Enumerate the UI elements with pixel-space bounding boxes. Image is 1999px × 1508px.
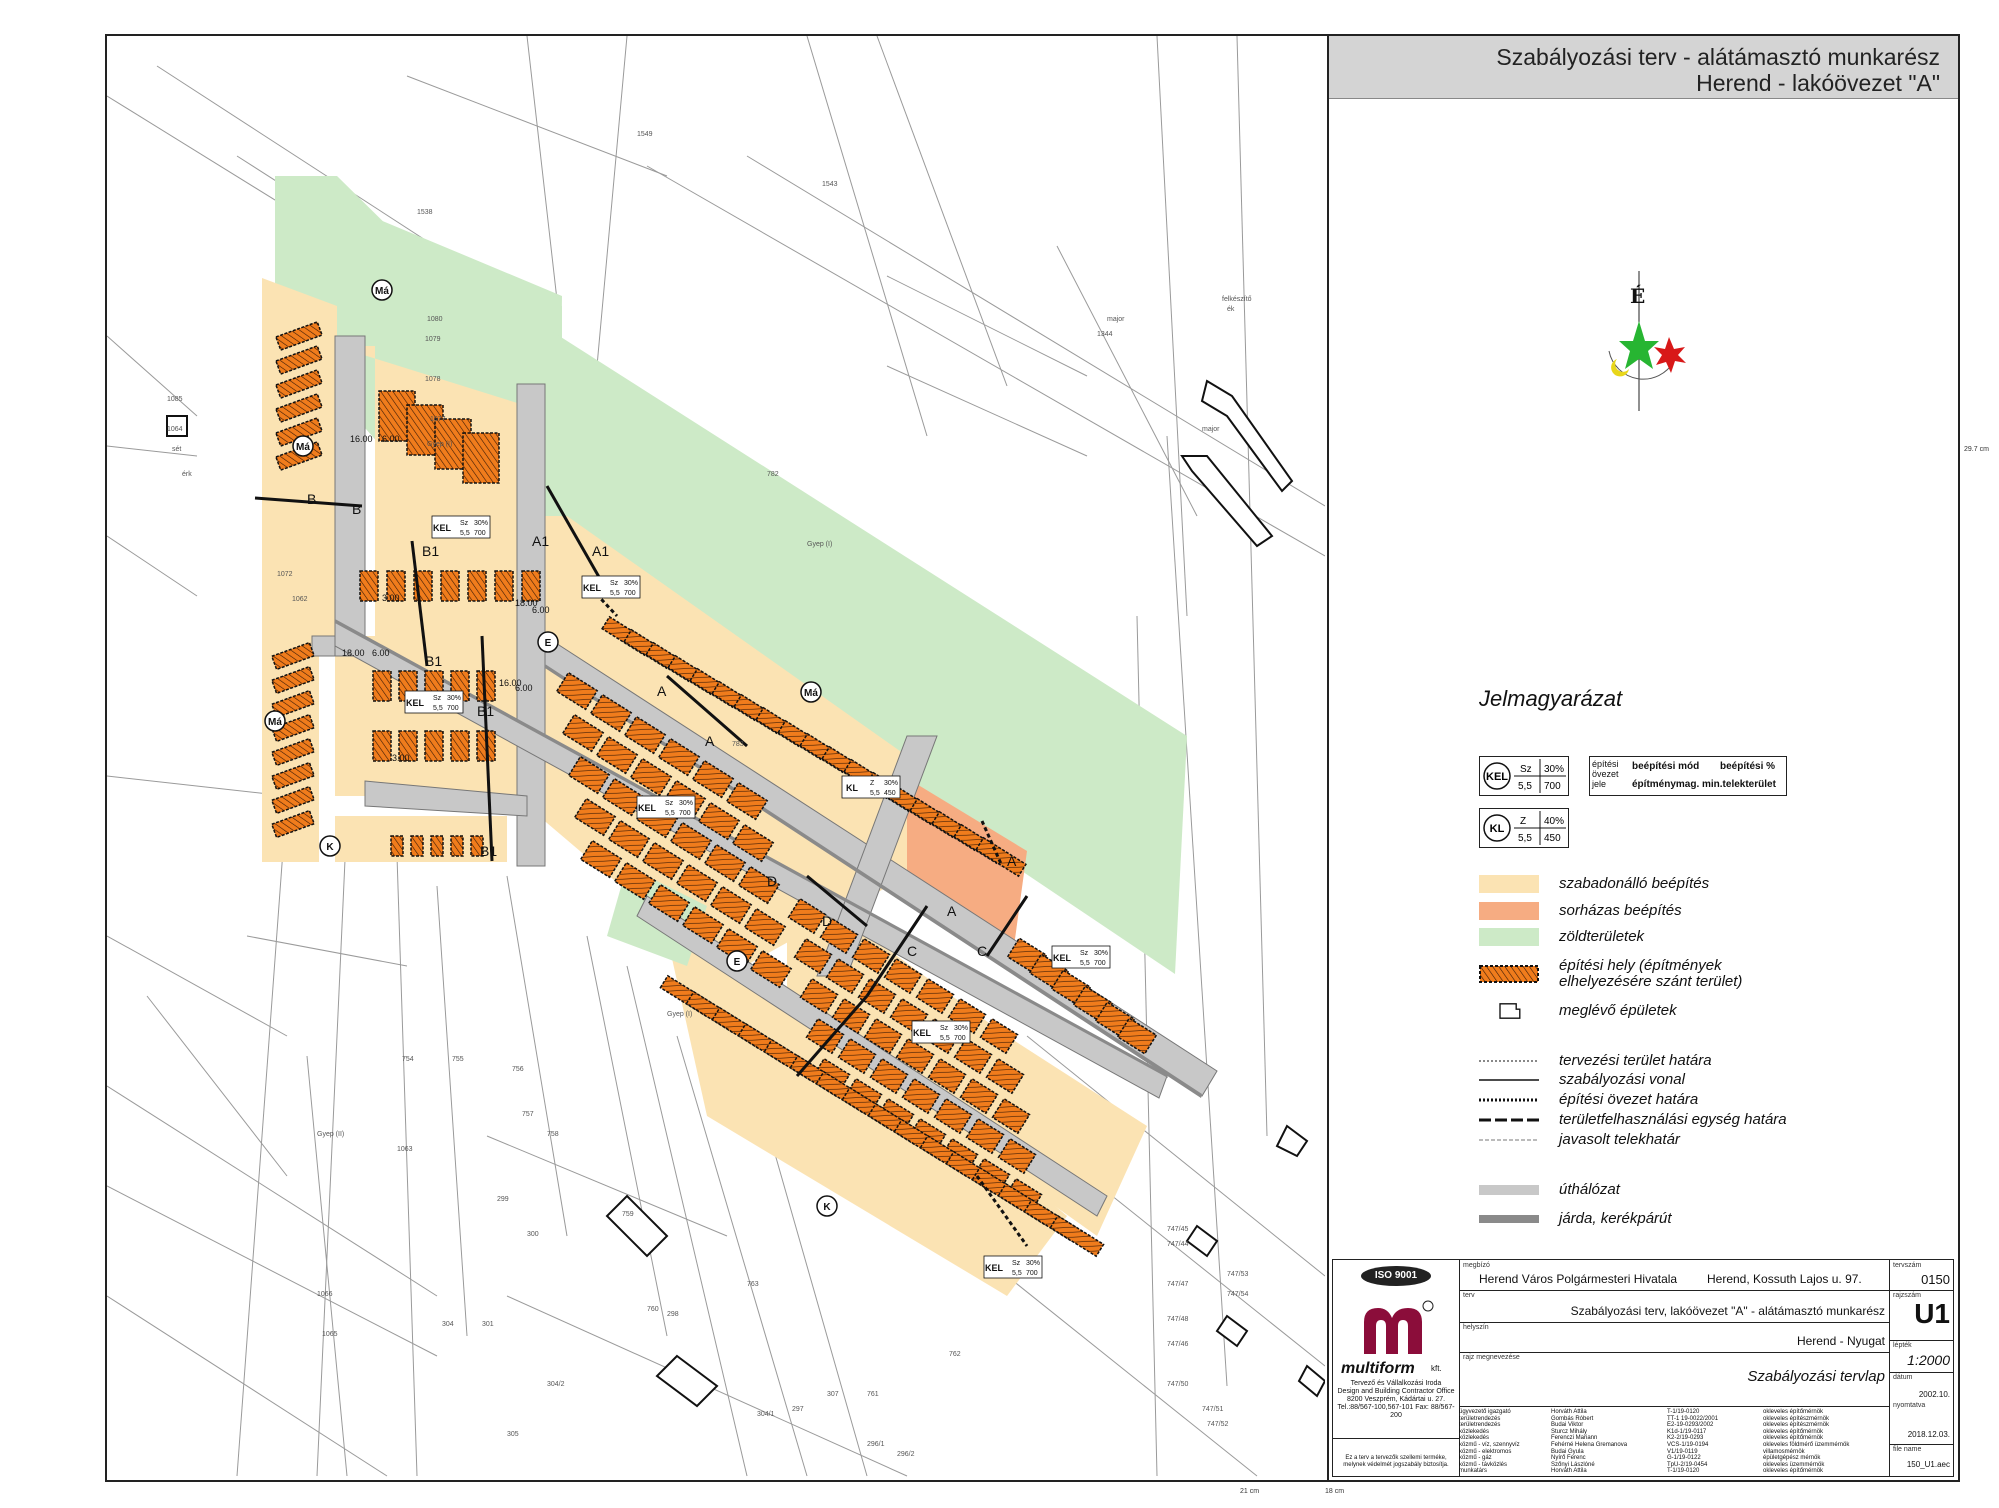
margin-label: 29.7 cm: [1964, 446, 1989, 453]
sheet-frame: [105, 34, 1960, 1482]
margin-label: 18 cm: [1325, 1488, 1345, 1495]
margin-label: 21 cm: [1240, 1488, 1260, 1495]
drawing-sheet: Má Má Má Má E E K K KEL Sz 30% 5,5 700 KEL Sz 30% 5,5 700…: [0, 0, 1999, 1508]
